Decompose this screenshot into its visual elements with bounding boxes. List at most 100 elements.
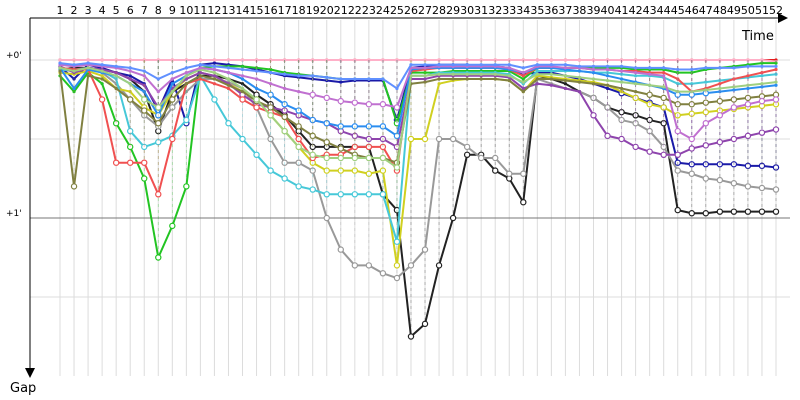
data-point [662, 71, 666, 75]
data-point [451, 72, 455, 76]
data-point [283, 72, 287, 76]
data-point [662, 66, 666, 70]
data-point [226, 86, 231, 91]
data-point [746, 64, 750, 68]
data-point [577, 58, 582, 62]
data-point [155, 191, 162, 198]
data-point [297, 90, 301, 94]
data-point [114, 64, 118, 68]
data-point [662, 74, 666, 78]
data-point [563, 74, 568, 78]
data-point [72, 86, 76, 91]
data-point [393, 262, 401, 269]
data-point [758, 97, 766, 105]
data-point [591, 77, 596, 81]
data-point [746, 86, 750, 91]
data-point [169, 222, 176, 230]
data-point [535, 77, 539, 81]
x-tick-label: 8 [155, 4, 162, 17]
data-point [240, 74, 245, 78]
data-point [100, 77, 104, 81]
data-point [351, 262, 359, 269]
data-point [86, 66, 90, 70]
data-point [660, 151, 667, 158]
data-point [648, 83, 652, 87]
data-point [688, 210, 695, 217]
data-point [295, 143, 302, 151]
data-point [212, 77, 217, 81]
data-point [716, 208, 724, 215]
data-point [267, 167, 274, 174]
data-point [170, 77, 174, 81]
data-point [634, 66, 638, 70]
x-tick-label: 50 [741, 4, 755, 17]
data-point [155, 104, 162, 111]
x-tick-label: 48 [713, 4, 727, 17]
data-point [183, 183, 190, 190]
data-point [493, 72, 497, 76]
data-point [479, 77, 483, 81]
data-point [184, 74, 188, 78]
data-point [577, 75, 582, 79]
data-point [309, 91, 316, 98]
x-tick-label: 4 [99, 4, 106, 17]
data-point [716, 138, 724, 146]
data-point [141, 107, 148, 114]
data-point [281, 175, 288, 182]
x-tick-label: 6 [127, 4, 134, 17]
data-point [254, 77, 259, 81]
data-point [212, 61, 217, 65]
x-tick-label: 39 [586, 4, 600, 17]
data-point [760, 64, 764, 68]
data-point [577, 69, 582, 73]
data-point [758, 208, 766, 215]
data-point [70, 183, 78, 190]
data-point [619, 69, 624, 73]
data-point [128, 66, 132, 70]
data-point [772, 126, 780, 133]
data-point [730, 208, 738, 215]
data-point [674, 206, 681, 214]
data-point [492, 154, 499, 162]
x-tick-label: 12 [207, 4, 221, 17]
data-point [758, 129, 766, 136]
data-point [423, 80, 427, 84]
data-point [521, 66, 525, 70]
x-tick-label: 9 [169, 4, 176, 17]
data-point [535, 72, 539, 76]
data-point [702, 210, 710, 217]
data-point [100, 58, 104, 62]
data-point [381, 77, 385, 81]
data-point [240, 67, 245, 72]
data-point [449, 135, 457, 143]
data-point [690, 67, 694, 72]
data-point [112, 159, 120, 166]
data-point [479, 72, 483, 76]
y-axis-title: Gap [10, 381, 36, 396]
data-point [577, 90, 582, 94]
data-point [449, 214, 457, 222]
x-tick-label: 20 [320, 4, 334, 17]
data-point [365, 191, 373, 198]
data-point [660, 94, 667, 102]
data-point [507, 74, 511, 78]
data-point [323, 214, 330, 222]
data-point [337, 246, 344, 253]
data-point [100, 63, 104, 67]
data-point [226, 77, 231, 81]
data-point [198, 74, 202, 78]
data-point [100, 82, 104, 86]
data-point [395, 86, 399, 91]
data-point [662, 85, 666, 89]
data-point [774, 83, 778, 87]
data-point [423, 74, 427, 78]
data-point [674, 167, 681, 174]
data-point [563, 86, 568, 91]
data-point [393, 164, 401, 171]
x-tick-label: 11 [193, 4, 207, 17]
data-point [156, 77, 160, 81]
data-point [577, 80, 582, 84]
x-tick-label: 21 [334, 4, 348, 17]
data-point [507, 78, 511, 83]
data-point [634, 90, 638, 94]
